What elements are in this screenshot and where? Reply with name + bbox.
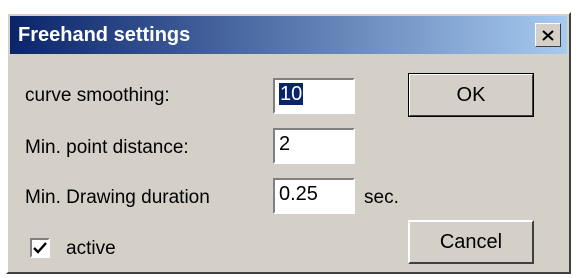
cancel-button-label: Cancel: [439, 230, 503, 253]
min-point-distance-label: Min. point distance:: [25, 137, 189, 158]
ok-button-label: OK: [456, 83, 486, 106]
curve-smoothing-value: 10: [279, 83, 304, 105]
close-icon: [542, 29, 554, 41]
min-drawing-duration-label: Min. Drawing duration: [25, 187, 210, 208]
cancel-button[interactable]: Cancel: [408, 220, 534, 264]
active-label[interactable]: active: [66, 238, 116, 260]
duration-unit-label: sec.: [364, 187, 399, 208]
dialog-title: Freehand settings: [18, 24, 191, 46]
min-drawing-duration-input[interactable]: 0.25: [273, 178, 355, 214]
freehand-settings-dialog: Freehand settings curve smoothing: 10 Mi…: [6, 12, 571, 274]
active-checkbox[interactable]: [30, 238, 50, 258]
checkmark-icon: [33, 242, 47, 254]
curve-smoothing-input[interactable]: 10: [273, 78, 355, 114]
close-button[interactable]: [535, 23, 561, 47]
title-bar[interactable]: Freehand settings: [10, 16, 567, 54]
curve-smoothing-label: curve smoothing:: [25, 85, 170, 106]
min-drawing-duration-value: 0.25: [279, 183, 318, 205]
ok-button[interactable]: OK: [408, 73, 534, 117]
min-point-distance-input[interactable]: 2: [273, 128, 355, 164]
min-point-distance-value: 2: [279, 133, 291, 155]
